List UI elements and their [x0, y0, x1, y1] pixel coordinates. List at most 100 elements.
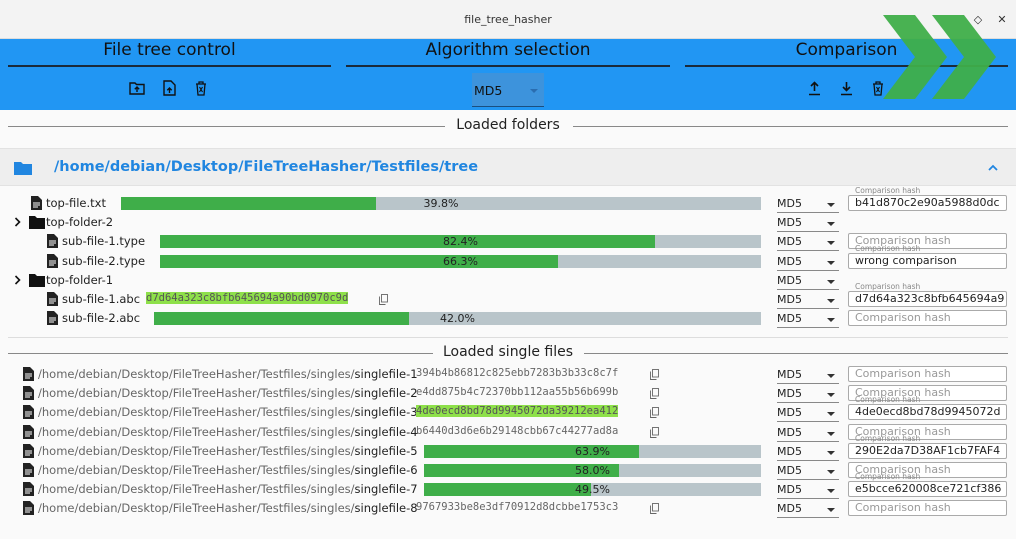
folder-header[interactable]: /home/debian/Desktop/FileTreeHasher/Test… [0, 148, 1016, 186]
comparison-hash-input[interactable]: Comparison hash [848, 366, 1007, 382]
algorithm-value: MD5 [777, 406, 802, 420]
app-logo-icon [883, 15, 996, 99]
row-algorithm-select[interactable]: MD5 [777, 213, 839, 233]
chevron-down-icon [827, 431, 835, 436]
progress-bar: 42.0% [154, 312, 761, 326]
algorithm-value: MD5 [777, 235, 802, 249]
comparison-hash-input[interactable]: e5bcce620008ce721cf386 [848, 481, 1007, 498]
comparison-hash-input[interactable]: 290E2da7D38AF1cb7FAF4 [848, 442, 1007, 459]
import-hashes-button[interactable] [837, 79, 855, 97]
row-algorithm-select[interactable]: MD5 [777, 309, 839, 329]
load-file-button[interactable] [160, 79, 178, 97]
single-file-row: /home/debian/Desktop/FileTreeHasher/Test… [0, 395, 1016, 423]
row-algorithm-select[interactable]: MD5 [777, 461, 839, 480]
single-file-row: /home/debian/Desktop/FileTreeHasher/Test… [0, 472, 1016, 500]
chevron-down-icon [827, 450, 835, 455]
comparison-hash-input[interactable]: Comparison hash [848, 310, 1007, 327]
copy-icon[interactable] [650, 407, 659, 419]
row-algorithm-select[interactable]: MD5 [777, 252, 839, 271]
clear-tree-button[interactable] [192, 79, 210, 97]
file-icon [47, 234, 58, 249]
chevron-right-icon[interactable] [12, 216, 24, 228]
file-icon [23, 424, 34, 439]
file-path: /home/debian/Desktop/FileTreeHasher/Test… [38, 463, 418, 477]
divider [346, 65, 670, 67]
row-algorithm-select[interactable]: MD5 [777, 365, 839, 384]
file-name: singlefile-6 [354, 463, 418, 477]
chevron-down-icon [827, 318, 835, 323]
progress-label: 39.8% [423, 197, 459, 210]
chevron-down-icon [827, 203, 835, 207]
chevron-down-icon [827, 470, 835, 474]
row-algorithm-select[interactable]: MD5 [777, 480, 839, 500]
comparison-hash-label: Comparison hash [855, 433, 921, 443]
folder-name: top-folder-1 [46, 272, 114, 287]
algorithm-value: MD5 [777, 444, 802, 458]
file-directory: /home/debian/Desktop/FileTreeHasher/Test… [38, 386, 355, 401]
load-folder-button[interactable] [128, 79, 146, 97]
folder-upload-icon [129, 82, 145, 95]
comparison-hash-input[interactable]: b41d870c2e90a5988d0dc [848, 195, 1007, 211]
file-icon [23, 386, 34, 401]
file-directory: /home/debian/Desktop/FileTreeHasher/Test… [38, 501, 355, 516]
file-name: sub-file-2.type [62, 253, 146, 268]
progress-bar: 82.4% [160, 235, 761, 249]
comparison-hash-label: Comparison hash [855, 186, 921, 195]
algorithm-value: MD5 [777, 312, 802, 326]
chevron-down-icon [530, 89, 538, 93]
window-titlebar: file_tree_hasher [0, 0, 1016, 39]
loaded-single-files-heading: Loaded single files [8, 344, 1008, 364]
chevron-up-icon[interactable] [988, 164, 998, 171]
global-algorithm-select[interactable]: MD5 [472, 73, 544, 107]
row-algorithm-select[interactable]: MD5 [777, 271, 839, 290]
comparison-hash-input[interactable]: Comparison hash [848, 500, 1007, 517]
copy-icon[interactable] [650, 426, 659, 438]
row-algorithm-select[interactable]: MD5 [777, 403, 839, 423]
comparison-hash-input[interactable]: 4de0ecd8bd78d9945072d [848, 404, 1007, 421]
comparison-hash-label: Comparison hash [855, 243, 921, 253]
copy-icon[interactable] [379, 294, 388, 305]
folder-icon [29, 273, 45, 287]
row-algorithm-select[interactable]: MD5 [777, 423, 839, 442]
row-algorithm-select[interactable]: MD5 [777, 290, 839, 309]
row-algorithm-select[interactable]: MD5 [777, 384, 839, 404]
loaded-single-files-title: Loaded single files [434, 344, 582, 360]
file-name: singlefile-2 [354, 386, 418, 401]
tree-row: sub-file-2.abc 42.0% MD5 Comparison hash [0, 309, 1016, 329]
chevron-down-icon [827, 508, 835, 513]
algorithm-value: MD5 [777, 197, 802, 210]
progress-bar: 39.8% [121, 197, 761, 210]
divider [8, 65, 331, 67]
export-hashes-button[interactable] [805, 79, 823, 97]
progress-label: 42.0% [440, 312, 475, 326]
chevron-down-icon [827, 412, 835, 417]
row-algorithm-select[interactable]: MD5 [777, 499, 839, 519]
algorithm-value: MD5 [474, 83, 503, 98]
file-path: /home/debian/Desktop/FileTreeHasher/Test… [38, 386, 418, 400]
row-algorithm-select[interactable]: MD5 [777, 194, 839, 213]
progress-bar: 49.5% [424, 483, 761, 497]
chevron-down-icon [827, 489, 835, 494]
window-title: file_tree_hasher [464, 13, 552, 26]
copy-icon[interactable] [650, 369, 659, 380]
copy-icon[interactable] [650, 503, 659, 515]
progress-label: 49.5% [575, 483, 610, 497]
file-directory: /home/debian/Desktop/FileTreeHasher/Test… [38, 367, 355, 381]
tree-row[interactable]: top-folder-2 MD5 [0, 213, 1016, 233]
file-name: sub-file-1.abc [62, 292, 141, 306]
file-name: sub-file-2.abc [62, 311, 141, 326]
comparison-hash-input[interactable]: wrong comparison [848, 252, 1007, 269]
file-tree-control-title: File tree control [103, 40, 236, 60]
file-icon [23, 443, 34, 458]
comparison-hash-input[interactable]: d7d64a323c8bfb645694a9 [848, 291, 1007, 307]
row-algorithm-select[interactable]: MD5 [777, 442, 839, 461]
copy-icon[interactable] [650, 388, 659, 400]
file-directory: /home/debian/Desktop/FileTreeHasher/Test… [38, 424, 355, 439]
file-tree-control-section: File tree control [8, 39, 331, 110]
row-algorithm-select[interactable]: MD5 [777, 232, 839, 252]
chevron-down-icon [827, 279, 835, 284]
loaded-folders-title: Loaded folders [448, 117, 568, 133]
chevron-down-icon [827, 260, 835, 265]
chevron-right-icon[interactable] [12, 274, 24, 286]
file-icon [47, 311, 58, 326]
